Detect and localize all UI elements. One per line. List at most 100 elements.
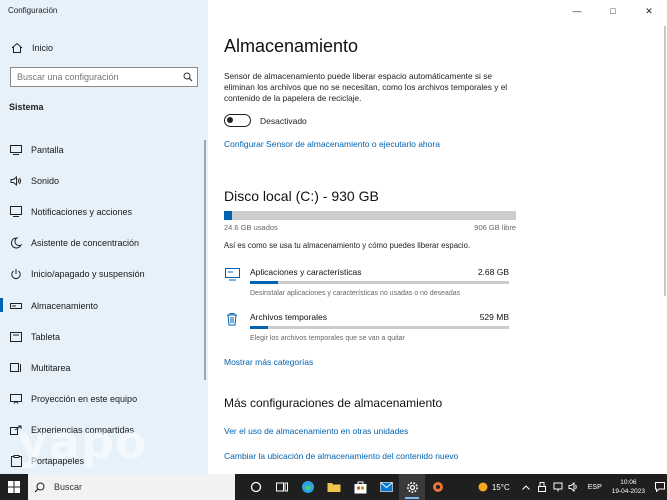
clock-date: 19-04-2023 bbox=[611, 488, 645, 495]
sidebar-section-title: Sistema bbox=[9, 102, 44, 112]
system-tray: 15°C ESP 10:06 19-04-2023 bbox=[477, 474, 667, 500]
sidebar-scrollbar[interactable] bbox=[204, 140, 206, 380]
sidebar-item-inicio-apagado[interactable]: Inicio/apagado y suspensión bbox=[0, 259, 208, 290]
gear-icon bbox=[406, 481, 418, 493]
close-button[interactable]: ✕ bbox=[631, 0, 667, 22]
change-save-location-link[interactable]: Cambiar la ubicación de almacenamiento d… bbox=[224, 451, 458, 461]
category-usage-bar bbox=[250, 281, 509, 284]
category-name: Archivos temporales bbox=[250, 312, 328, 322]
taskbar-search-label: Buscar bbox=[54, 482, 83, 492]
other-drives-usage-link[interactable]: Ver el uso de almacenamiento en otras un… bbox=[224, 426, 408, 436]
settings-search-box[interactable] bbox=[10, 67, 198, 87]
notification-icon bbox=[9, 206, 23, 218]
file-explorer-button[interactable] bbox=[321, 474, 347, 500]
storage-sense-toggle-label: Desactivado bbox=[260, 116, 307, 126]
moon-icon bbox=[9, 237, 23, 249]
sun-icon bbox=[478, 482, 488, 492]
sidebar-item-notificaciones[interactable]: Notificaciones y acciones bbox=[0, 196, 208, 227]
storage-page: — □ ✕ Almacenamiento Sensor de almacenam… bbox=[208, 0, 667, 474]
configure-storage-sense-link[interactable]: Configurar Sensor de almacenamiento o ej… bbox=[224, 139, 440, 149]
app-icon bbox=[433, 482, 443, 492]
taskbar-clock[interactable]: 10:06 19-04-2023 bbox=[612, 478, 645, 496]
network-icon[interactable] bbox=[552, 481, 564, 493]
taskbar: Buscar 15°C ESP 10:06 19-04-2023 bbox=[0, 474, 667, 500]
windows-icon bbox=[8, 481, 20, 493]
volume-icon[interactable] bbox=[568, 481, 580, 493]
sidebar-item-label: Sonido bbox=[31, 175, 60, 186]
maximize-button[interactable]: □ bbox=[595, 0, 631, 22]
sidebar-item-pantalla[interactable]: Pantalla bbox=[0, 134, 208, 165]
category-description: Elegir los archivos temporales que se va… bbox=[250, 335, 405, 342]
store-button[interactable] bbox=[347, 474, 373, 500]
category-temp-files[interactable]: Archivos temporales 529 MB Elegir los ar… bbox=[224, 311, 516, 351]
sidebar-item-proyeccion[interactable]: Proyección en este equipo bbox=[0, 384, 208, 415]
category-size: 2.68 GB bbox=[477, 267, 509, 277]
tablet-icon bbox=[9, 331, 23, 342]
settings-app-button[interactable] bbox=[399, 474, 425, 500]
projection-icon bbox=[9, 394, 23, 404]
toggle-knob bbox=[227, 117, 233, 123]
storage-usage-info: Así es como se usa tu almacenamiento y c… bbox=[224, 241, 471, 250]
chevron-up-icon[interactable] bbox=[520, 481, 532, 493]
power-icon bbox=[9, 268, 23, 280]
sidebar-item-home[interactable]: Inicio bbox=[0, 38, 208, 58]
notification-icon bbox=[655, 482, 665, 492]
sidebar-item-label: Tableta bbox=[31, 331, 61, 342]
start-button[interactable] bbox=[0, 474, 28, 500]
category-name: Aplicaciones y características bbox=[250, 267, 362, 277]
search-icon bbox=[28, 482, 50, 493]
usb-icon[interactable] bbox=[536, 481, 548, 493]
sidebar-item-almacenamiento[interactable]: Almacenamiento bbox=[0, 290, 208, 321]
weather-widget[interactable]: 15°C bbox=[477, 481, 510, 493]
disk-title: Disco local (C:) - 930 GB bbox=[224, 188, 379, 204]
sidebar-item-label: Pantalla bbox=[31, 144, 64, 155]
storage-sense-toggle[interactable] bbox=[224, 114, 251, 127]
storage-sense-description: Sensor de almacenamiento puede liberar e… bbox=[224, 71, 508, 103]
sidebar-item-sonido[interactable]: Sonido bbox=[0, 165, 208, 196]
cortana-icon bbox=[250, 481, 262, 493]
disk-free-label: 906 GB libre bbox=[474, 223, 516, 232]
sidebar-item-concentracion[interactable]: Asistente de concentración bbox=[0, 228, 208, 259]
disk-usage-fill bbox=[224, 211, 232, 220]
home-icon bbox=[10, 42, 24, 54]
search-icon[interactable] bbox=[179, 72, 197, 82]
settings-sidebar: Configuración Inicio Sistema Pantalla So… bbox=[0, 0, 208, 474]
show-more-categories-link[interactable]: Mostrar más categorías bbox=[224, 357, 313, 367]
notification-center-button[interactable] bbox=[653, 474, 667, 500]
mail-icon bbox=[379, 482, 393, 492]
taskbar-search[interactable]: Buscar bbox=[28, 474, 235, 500]
taskbar-apps bbox=[243, 474, 451, 500]
cortana-button[interactable] bbox=[243, 474, 269, 500]
category-usage-fill bbox=[250, 326, 269, 329]
app-button[interactable] bbox=[425, 474, 451, 500]
folder-icon bbox=[327, 483, 341, 492]
window-title: Configuración bbox=[8, 6, 58, 15]
sidebar-item-label: Notificaciones y acciones bbox=[31, 206, 133, 217]
language-indicator[interactable]: ESP bbox=[588, 484, 602, 491]
sidebar-item-label: Inicio bbox=[32, 43, 54, 53]
watermark-logo: yapo bbox=[18, 415, 148, 469]
category-apps[interactable]: Aplicaciones y características 2.68 GB D… bbox=[224, 266, 516, 306]
category-usage-bar bbox=[250, 326, 509, 329]
weather-temperature: 15°C bbox=[491, 482, 510, 492]
task-view-button[interactable] bbox=[269, 474, 295, 500]
minimize-button[interactable]: — bbox=[559, 0, 595, 22]
sidebar-item-label: Proyección en este equipo bbox=[31, 394, 138, 405]
window-controls: — □ ✕ bbox=[559, 0, 667, 22]
edge-icon bbox=[302, 481, 314, 493]
sidebar-item-label: Almacenamiento bbox=[31, 300, 99, 311]
trash-icon bbox=[224, 312, 240, 326]
monitor-icon bbox=[9, 144, 23, 155]
category-description: Desinstalar aplicaciones y característic… bbox=[250, 290, 461, 297]
sidebar-item-multitarea[interactable]: Multitarea bbox=[0, 352, 208, 383]
storage-icon bbox=[9, 302, 23, 310]
sidebar-item-tableta[interactable]: Tableta bbox=[0, 321, 208, 352]
sidebar-item-label: Inicio/apagado y suspensión bbox=[31, 269, 145, 280]
category-usage-fill bbox=[250, 281, 279, 284]
edge-button[interactable] bbox=[295, 474, 321, 500]
speaker-icon bbox=[9, 175, 23, 186]
sidebar-item-label: Multitarea bbox=[31, 362, 71, 373]
settings-search-input[interactable] bbox=[11, 72, 179, 82]
content-scrollbar[interactable] bbox=[664, 26, 666, 296]
mail-button[interactable] bbox=[373, 474, 399, 500]
